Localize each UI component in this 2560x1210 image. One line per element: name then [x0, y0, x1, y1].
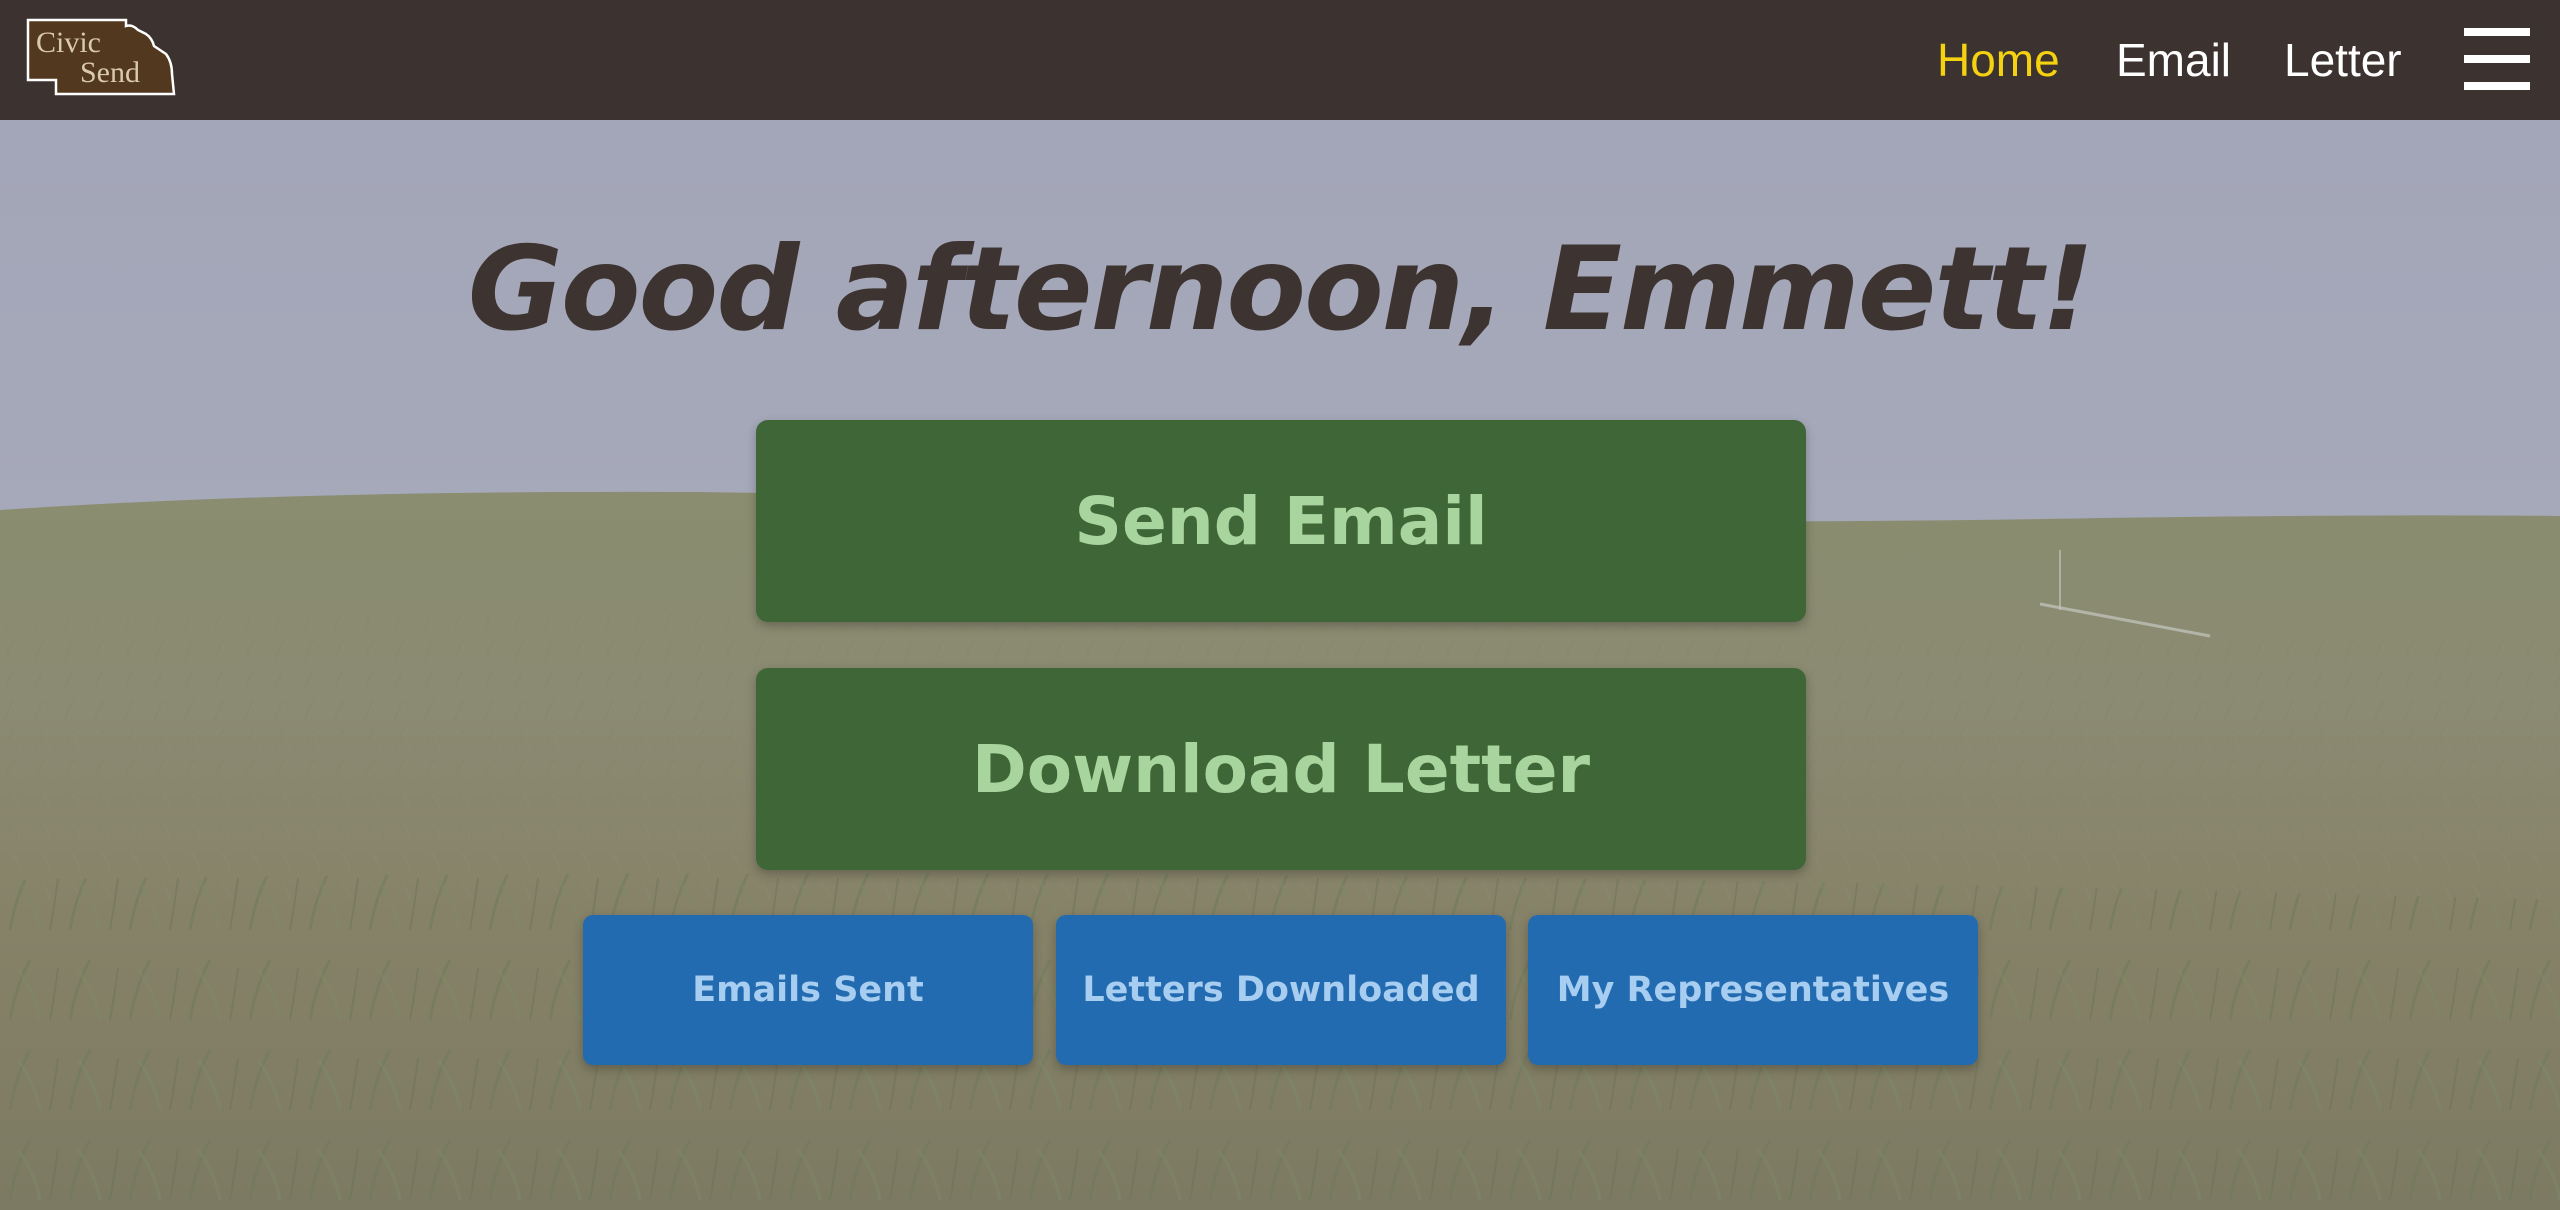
hero-section: Good afternoon, Emmett! Send Email Downl… [0, 120, 2560, 1210]
top-navbar: Civic Send Home Email Letter [0, 0, 2560, 120]
greeting-heading: Good afternoon, Emmett! [467, 222, 2095, 357]
send-email-button[interactable]: Send Email [756, 420, 1806, 622]
logo-text-send: Send [80, 56, 140, 89]
emails-sent-button[interactable]: Emails Sent [583, 915, 1033, 1065]
menu-bar [2464, 82, 2530, 90]
logo-text-civic: Civic [36, 26, 101, 59]
hamburger-menu-icon[interactable] [2464, 28, 2530, 90]
menu-bar [2464, 28, 2530, 36]
my-representatives-button[interactable]: My Representatives [1528, 915, 1978, 1065]
letters-downloaded-button[interactable]: Letters Downloaded [1056, 915, 1506, 1065]
nav-link-email[interactable]: Email [2116, 30, 2231, 90]
civic-send-logo[interactable]: Civic Send [26, 18, 178, 98]
nav-link-letter[interactable]: Letter [2284, 30, 2402, 90]
download-letter-button[interactable]: Download Letter [756, 668, 1806, 870]
menu-bar [2464, 55, 2530, 63]
nav-link-home[interactable]: Home [1937, 30, 2060, 90]
